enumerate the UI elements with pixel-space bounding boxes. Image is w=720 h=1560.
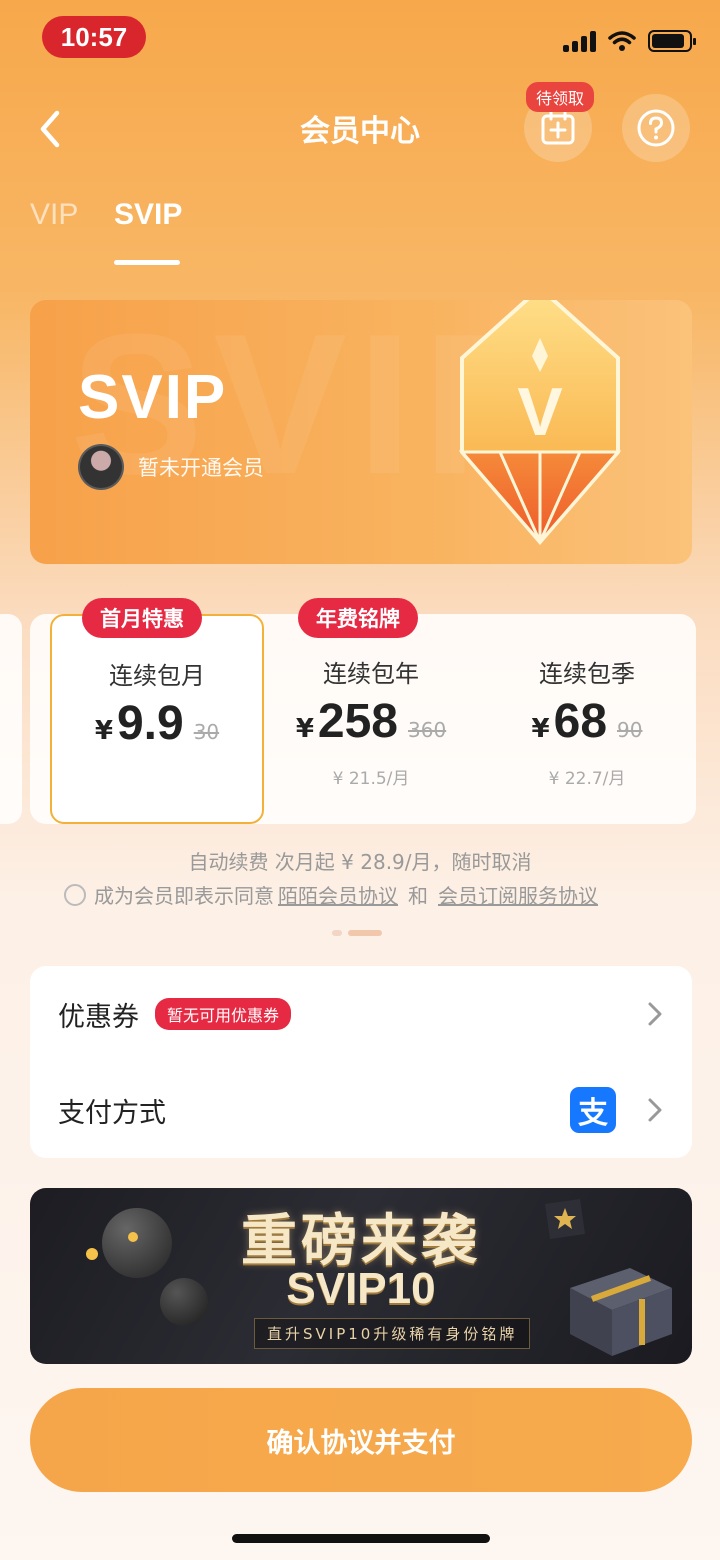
home-indicator xyxy=(232,1534,490,1543)
plan-quarterly[interactable]: 连续包季 ¥ 68 90 ¥ 22.7/月 xyxy=(480,614,694,824)
page-title: 会员中心 xyxy=(300,114,420,149)
price-value: 258 xyxy=(317,695,398,748)
subscription-agreement-link[interactable]: 会员订阅服务协议 xyxy=(438,880,598,909)
monthly-equivalent: ¥ 22.7/月 xyxy=(548,769,626,789)
svip-logo: SVIP xyxy=(78,363,228,432)
chevron-right-icon xyxy=(648,1002,662,1026)
agree-radio[interactable] xyxy=(64,883,86,906)
options-card: 优惠券 暂无可用优惠券 支付方式 支 xyxy=(30,966,692,1158)
banner-note: 直升SVIP10升级稀有身份铭牌 xyxy=(254,1318,531,1349)
price-value: 68 xyxy=(553,695,608,748)
coupon-label: 优惠券 xyxy=(58,1001,139,1033)
payment-label: 支付方式 xyxy=(58,1097,166,1129)
help-button[interactable] xyxy=(622,94,690,162)
plan-name: 连续包年 xyxy=(323,660,419,688)
plan-badge-first-month: 首月特惠 xyxy=(82,598,202,638)
signal-icon xyxy=(563,30,596,52)
member-agreement-link[interactable]: 陌陌会员协议 xyxy=(278,880,398,909)
price-value: 9.9 xyxy=(116,697,184,750)
coupon-badge: 暂无可用优惠券 xyxy=(155,998,292,1030)
battery-icon xyxy=(648,30,696,52)
wifi-icon xyxy=(608,31,636,51)
original-price: 90 xyxy=(617,718,643,742)
original-price: 360 xyxy=(408,718,447,742)
confirm-pay-button[interactable]: 确认协议并支付 xyxy=(30,1388,692,1492)
plan-peek-left xyxy=(0,614,22,824)
original-price: 30 xyxy=(193,720,220,744)
plan-yearly[interactable]: 连续包年 ¥ 258 360 ¥ 21.5/月 xyxy=(264,614,478,824)
plan-price: ¥ 68 90 xyxy=(480,694,694,749)
alipay-icon: 支 xyxy=(570,1087,616,1133)
agreement-and: 和 xyxy=(408,884,428,908)
chevron-left-icon xyxy=(40,110,60,148)
agreement-prefix: 成为会员即表示同意 xyxy=(94,884,274,908)
plan-name: 连续包季 xyxy=(539,660,635,688)
banner-subtitle: SVIP10 xyxy=(286,1264,436,1313)
battery-fill xyxy=(652,34,685,48)
status-icons xyxy=(563,30,696,52)
chevron-right-icon xyxy=(648,1098,662,1122)
promo-banner[interactable]: 重磅来袭 SVIP10 直升SVIP10升级稀有身份铭牌 xyxy=(30,1188,692,1364)
currency-symbol: ¥ xyxy=(295,714,314,744)
back-button[interactable] xyxy=(30,104,70,154)
plan-price: ¥ 258 360 xyxy=(264,694,478,749)
payment-method-row[interactable]: 支付方式 支 xyxy=(30,1062,692,1158)
auto-renew-note: 自动续费 次月起 ¥ 28.9/月，随时取消 xyxy=(188,850,532,874)
tab-svip[interactable]: SVIP xyxy=(114,198,182,232)
svip-status-card: SVIP SVIP 暂未开通会员 V xyxy=(30,300,692,564)
svg-text:V: V xyxy=(517,374,562,450)
currency-symbol: ¥ xyxy=(531,714,550,744)
page-dots xyxy=(332,930,382,936)
pending-badge: 待领取 xyxy=(526,82,595,112)
tab-vip[interactable]: VIP xyxy=(30,198,78,232)
member-status: 暂未开通会员 xyxy=(138,456,264,480)
status-time: 10:57 xyxy=(42,16,146,58)
plan-badge-yearly: 年费铭牌 xyxy=(298,598,418,638)
currency-symbol: ¥ xyxy=(94,716,113,746)
coupon-row[interactable]: 优惠券 暂无可用优惠券 xyxy=(30,966,692,1062)
svip-gem-icon: V xyxy=(458,300,622,546)
plan-monthly[interactable]: 连续包月 ¥ 9.9 30 xyxy=(50,614,264,824)
avatar[interactable] xyxy=(78,444,124,490)
calendar-plus-icon xyxy=(541,110,575,145)
agreement-line: 成为会员即表示同意 陌陌会员协议 和 会员订阅服务协议 xyxy=(64,880,598,909)
question-icon xyxy=(637,109,675,147)
plan-name: 连续包月 xyxy=(109,662,205,690)
plan-price: ¥ 9.9 30 xyxy=(52,696,262,751)
tab-active-indicator xyxy=(114,260,180,265)
monthly-equivalent: ¥ 21.5/月 xyxy=(332,769,410,789)
